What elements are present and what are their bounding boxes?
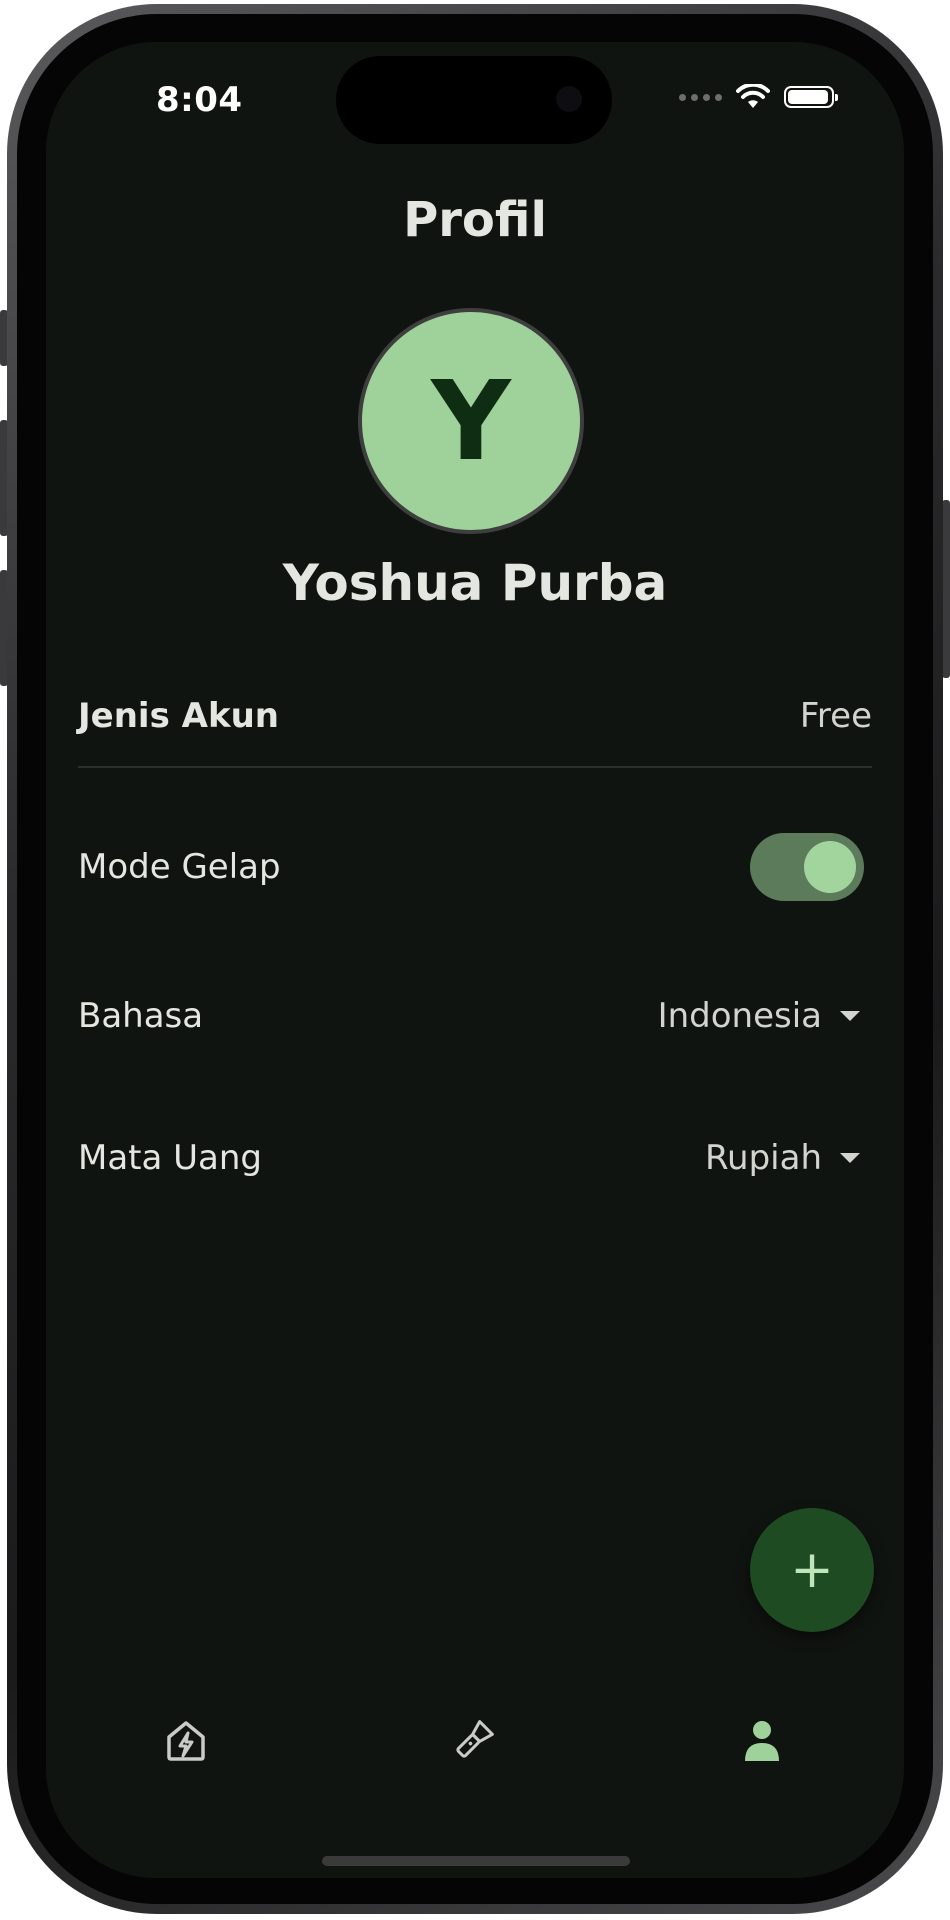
nav-tools[interactable] xyxy=(442,1708,506,1772)
dark-mode-toggle[interactable] xyxy=(750,833,864,901)
screen: 8:04 Profil Y Yoshua Purba Jenis Akun Fr… xyxy=(46,42,904,1878)
divider xyxy=(78,766,872,768)
battery-icon xyxy=(784,86,838,108)
add-button[interactable]: + xyxy=(750,1508,874,1632)
account-type-value: Free xyxy=(799,696,872,736)
currency-value: Rupiah xyxy=(704,1138,822,1178)
language-value: Indonesia xyxy=(657,996,822,1036)
home-bolt-icon xyxy=(167,1721,205,1761)
account-type-label: Jenis Akun xyxy=(78,696,279,736)
dynamic-island xyxy=(336,56,612,144)
account-type-row: Jenis Akun Free xyxy=(78,696,872,736)
currency-row: Mata Uang Rupiah xyxy=(78,1128,872,1188)
currency-label: Mata Uang xyxy=(78,1138,262,1178)
wifi-icon xyxy=(736,84,770,108)
page-title: Profil xyxy=(403,192,547,248)
caret-down-icon xyxy=(840,1153,860,1163)
avatar[interactable]: Y xyxy=(358,308,584,534)
flashlight-icon xyxy=(456,1720,494,1758)
language-dropdown[interactable]: Indonesia xyxy=(658,996,860,1036)
nav-profile[interactable] xyxy=(730,1708,794,1772)
status-indicators xyxy=(679,84,838,110)
language-row: Bahasa Indonesia xyxy=(78,986,872,1046)
nav-home[interactable] xyxy=(154,1708,218,1772)
camera-icon xyxy=(556,86,582,112)
toggle-knob xyxy=(804,841,856,893)
cellular-signal-icon xyxy=(679,93,722,101)
language-label: Bahasa xyxy=(78,996,204,1036)
power-button xyxy=(942,500,950,678)
device-frame: 8:04 Profil Y Yoshua Purba Jenis Akun Fr… xyxy=(0,0,950,1920)
bottom-navigation xyxy=(46,1702,904,1782)
status-time: 8:04 xyxy=(156,80,243,120)
currency-dropdown[interactable]: Rupiah xyxy=(705,1138,860,1178)
plus-icon: + xyxy=(790,1540,834,1600)
person-icon xyxy=(745,1721,779,1761)
home-indicator[interactable] xyxy=(322,1856,630,1866)
caret-down-icon xyxy=(840,1011,860,1021)
dark-mode-row: Mode Gelap xyxy=(78,832,872,902)
user-name: Yoshua Purba xyxy=(282,554,668,612)
dark-mode-label: Mode Gelap xyxy=(78,847,281,887)
